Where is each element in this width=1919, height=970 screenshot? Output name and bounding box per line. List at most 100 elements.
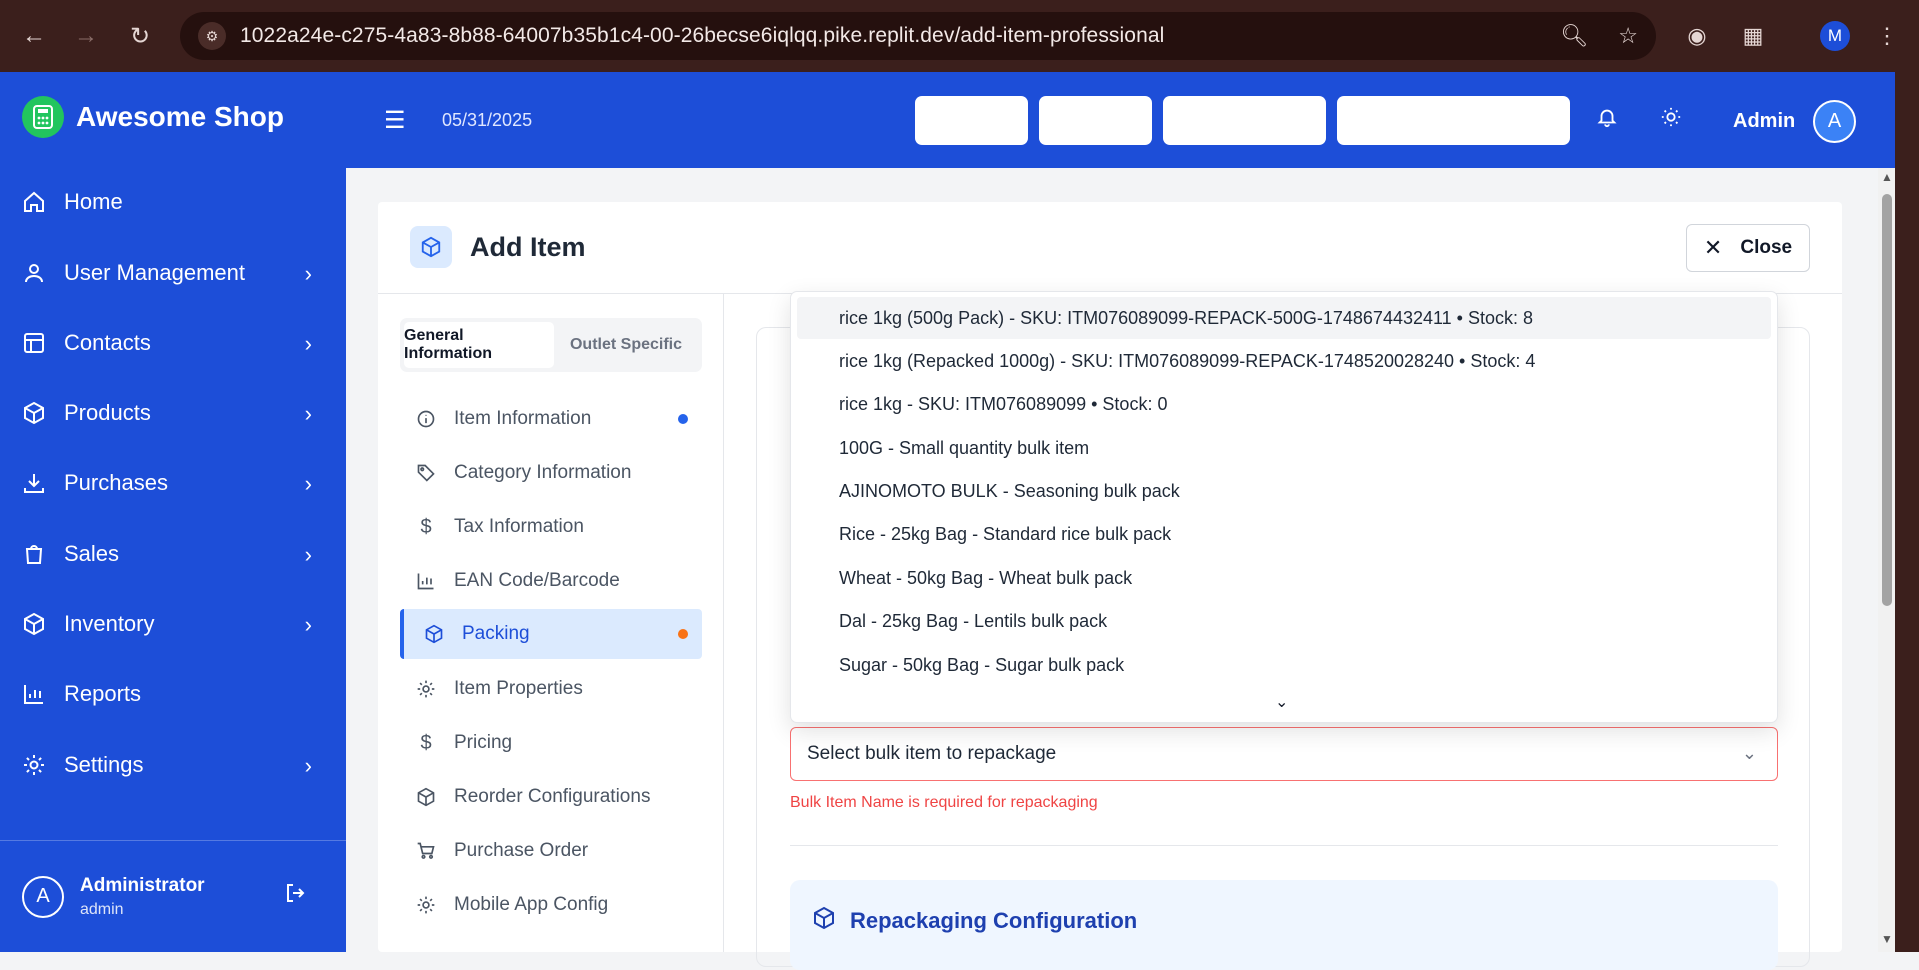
dropdown-option[interactable]: AJINOMOTO BULK - Seasoning bulk pack [797, 470, 1771, 512]
sidebar-item-products[interactable]: Products › [20, 388, 326, 438]
logout-icon[interactable] [284, 881, 308, 911]
dropdown-option[interactable]: rice 1kg (Repacked 1000g) - SKU: ITM0760… [797, 340, 1771, 382]
box-icon [812, 906, 836, 935]
card-header: Add Item ✕ Close [378, 202, 1842, 294]
section-tax-information[interactable]: $ Tax Information [400, 502, 702, 552]
box-icon [410, 226, 452, 268]
dropdown-option[interactable]: rice 1kg (500g Pack) - SKU: ITM076089099… [797, 297, 1771, 339]
url-text[interactable]: 1022a24e-c275-4a83-8b88-64007b35b1c4-00-… [240, 24, 1164, 48]
avatar: A [22, 875, 64, 918]
section-label: Packing [462, 623, 530, 644]
cookie-extension-icon[interactable]: ◉ [1682, 14, 1712, 58]
scroll-up-arrow-icon[interactable]: ▲ [1881, 170, 1893, 184]
contacts-icon [20, 329, 48, 357]
sidebar: Awesome Shop Home User Management › Cont… [0, 72, 346, 952]
back-icon[interactable]: ← [12, 14, 56, 58]
user-icon [20, 259, 48, 287]
tab-outlet-specific[interactable]: Outlet Specific [554, 322, 698, 368]
site-info-icon[interactable]: ⚙ [198, 22, 226, 50]
zoom-icon[interactable]: 🔍︎ [1560, 23, 1588, 49]
dropdown-option[interactable]: rice 1kg - SKU: ITM076089099 • Stock: 0 [797, 383, 1771, 425]
dropdown-option[interactable]: 100G - Small quantity bulk item [797, 427, 1771, 469]
sidebar-item-label: Home [64, 189, 123, 214]
chevron-right-icon: › [304, 331, 312, 356]
tag-icon [414, 463, 438, 483]
sun-theme-icon[interactable] [1660, 106, 1682, 134]
section-pricing[interactable]: $ Pricing [400, 718, 702, 768]
page-scrollbar[interactable]: ▲ ▼ [1878, 168, 1895, 952]
cart-icon [414, 841, 438, 861]
brand-name: Awesome Shop [76, 101, 284, 132]
close-icon: ✕ [1703, 235, 1723, 260]
status-dot [678, 629, 688, 639]
header-action-button-1[interactable] [915, 96, 1028, 145]
section-label: Item Information [454, 408, 592, 429]
sidebar-item-user-management[interactable]: User Management › [20, 248, 326, 298]
brand[interactable]: Awesome Shop [22, 96, 284, 138]
profile-button[interactable]: M [1817, 14, 1853, 58]
hamburger-menu-icon[interactable]: ☰ [384, 106, 406, 135]
section-item-properties[interactable]: Item Properties [400, 664, 702, 714]
user-name: Administrator [80, 874, 205, 896]
sidebar-item-home[interactable]: Home [20, 177, 326, 227]
section-mobile-app-config[interactable]: Mobile App Config [400, 880, 702, 930]
section-purchase-order[interactable]: Purchase Order [400, 826, 702, 876]
sidebar-item-sales[interactable]: Sales › [20, 529, 326, 579]
chevron-right-icon: › [304, 612, 312, 637]
section-label: Purchase Order [454, 840, 589, 861]
browser-menu-icon[interactable]: ⋮ [1874, 14, 1900, 58]
section-category-information[interactable]: Category Information [400, 448, 702, 498]
address-bar[interactable]: ⚙ 1022a24e-c275-4a83-8b88-64007b35b1c4-0… [180, 12, 1656, 60]
sidebar-item-purchases[interactable]: Purchases › [20, 458, 326, 508]
bulk-item-dropdown: rice 1kg (500g Pack) - SKU: ITM076089099… [790, 291, 1778, 723]
header-action-button-2[interactable] [1039, 96, 1152, 145]
page-title: Add Item [470, 232, 586, 262]
reload-icon[interactable]: ↻ [118, 14, 162, 58]
scroll-down-chevron-icon[interactable]: ⌄ [1275, 692, 1288, 712]
chevron-right-icon: › [304, 401, 312, 426]
extensions-puzzle-icon[interactable]: ▦ [1738, 14, 1768, 58]
header-action-button-4[interactable] [1337, 96, 1570, 145]
dropdown-option[interactable]: Wheat - 50kg Bag - Wheat bulk pack [797, 557, 1771, 599]
section-ean-code-barcode[interactable]: EAN Code/Barcode [400, 556, 702, 606]
section-title: Repackaging Configuration [850, 908, 1138, 933]
dropdown-option[interactable]: Dal - 25kg Bag - Lentils bulk pack [797, 600, 1771, 642]
dropdown-option[interactable]: Rice - 25kg Bag - Standard rice bulk pac… [797, 513, 1771, 555]
section-label: Pricing [454, 732, 513, 753]
admin-label[interactable]: Admin [1733, 110, 1795, 133]
box-icon [422, 624, 446, 644]
sidebar-item-label: Settings [64, 752, 144, 777]
sidebar-item-settings[interactable]: Settings › [20, 740, 326, 790]
header-action-button-3[interactable] [1163, 96, 1326, 145]
bulk-item-select[interactable]: Select bulk item to repackage ⌄ [790, 727, 1778, 781]
close-button[interactable]: ✕ Close [1686, 224, 1810, 272]
current-date: 05/31/2025 [442, 110, 533, 130]
chevron-right-icon: › [304, 542, 312, 567]
sidebar-item-label: Products [64, 400, 151, 425]
dropdown-option[interactable]: Sugar - 50kg Bag - Sugar bulk pack [797, 644, 1771, 686]
section-nav: General Information Outlet Specific Item… [378, 294, 724, 952]
sidebar-item-label: Purchases [64, 470, 168, 495]
forward-icon[interactable]: → [64, 14, 108, 58]
sidebar-item-inventory[interactable]: Inventory › [20, 599, 326, 649]
sidebar-item-contacts[interactable]: Contacts › [20, 318, 326, 368]
tab-general-information[interactable]: General Information [404, 322, 554, 368]
section-packing[interactable]: Packing [400, 609, 702, 659]
bell-icon[interactable] [1596, 106, 1618, 134]
select-placeholder: Select bulk item to repackage [807, 743, 1057, 764]
bookmark-star-icon[interactable]: ☆ [1618, 23, 1638, 49]
section-item-information[interactable]: Item Information [400, 394, 702, 444]
scroll-down-arrow-icon[interactable]: ▼ [1881, 932, 1893, 946]
box-icon [20, 610, 48, 638]
gear-icon [414, 679, 438, 699]
tab-bar: General Information Outlet Specific [400, 318, 702, 372]
chevron-right-icon: › [304, 471, 312, 496]
scroll-thumb[interactable] [1882, 194, 1892, 606]
browser-toolbar: ← → ↻ ⚙ 1022a24e-c275-4a83-8b88-64007b35… [0, 0, 1919, 72]
bar-chart-icon [414, 571, 438, 591]
section-label: Item Properties [454, 678, 583, 699]
section-label: Category Information [454, 462, 632, 483]
admin-avatar[interactable]: A [1813, 100, 1856, 143]
sidebar-item-reports[interactable]: Reports [20, 669, 326, 719]
section-reorder-configurations[interactable]: Reorder Configurations [400, 772, 702, 822]
